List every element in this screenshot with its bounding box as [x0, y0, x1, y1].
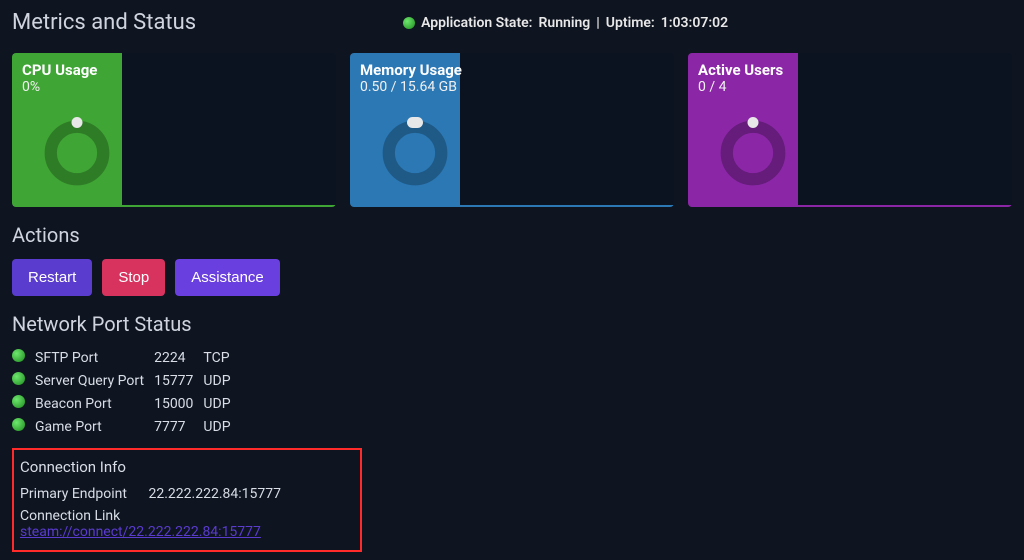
memory-title: Memory Usage [360, 61, 462, 79]
port-name: Server Query Port [35, 369, 154, 392]
table-row: Game Port 7777 UDP [12, 415, 241, 438]
port-number: 7777 [154, 415, 203, 438]
port-number: 15777 [154, 369, 203, 392]
port-proto: UDP [203, 392, 240, 415]
port-status-icon [12, 418, 25, 431]
cpu-gauge-icon [42, 118, 112, 188]
page-title: Metrics and Status [12, 10, 196, 35]
table-row: Beacon Port 15000 UDP [12, 392, 241, 415]
memory-value: 0.50 / 15.64 GB [360, 79, 457, 95]
users-gauge-icon [718, 118, 788, 188]
port-status-icon [12, 349, 25, 362]
connection-link[interactable]: steam://connect/22.222.222.84:15777 [20, 524, 261, 540]
state-label: Application State: [421, 15, 532, 31]
state-value: Running [539, 15, 591, 31]
port-name: Game Port [35, 415, 154, 438]
port-name: SFTP Port [35, 346, 154, 369]
users-title: Active Users [698, 61, 783, 79]
memory-gauge-icon [380, 118, 450, 188]
table-row: Server Query Port 15777 UDP [12, 369, 241, 392]
port-status-icon [12, 395, 25, 408]
users-value: 0 / 4 [698, 79, 726, 95]
connection-info-panel: Connection Info Primary Endpoint 22.222.… [12, 448, 362, 552]
port-proto: UDP [203, 415, 240, 438]
cpu-value: 0% [22, 79, 40, 95]
assistance-button[interactable]: Assistance [175, 259, 280, 296]
cpu-title: CPU Usage [22, 61, 97, 79]
port-number: 2224 [154, 346, 203, 369]
uptime-value: 1:03:07:02 [661, 15, 728, 31]
cpu-card: CPU Usage 0% [12, 53, 336, 207]
connection-link-label: Connection Link [20, 508, 145, 524]
app-state: Application State: Running | Uptime: 1:0… [403, 15, 728, 31]
users-card: Active Users 0 / 4 [688, 53, 1012, 207]
connection-heading: Connection Info [20, 458, 350, 476]
port-name: Beacon Port [35, 392, 154, 415]
uptime-label: Uptime: [606, 15, 655, 31]
status-dot-icon [403, 17, 415, 29]
ports-heading: Network Port Status [12, 312, 1012, 336]
endpoint-value: 22.222.222.84:15777 [148, 486, 281, 502]
port-proto: TCP [203, 346, 240, 369]
memory-card: Memory Usage 0.50 / 15.64 GB [350, 53, 674, 207]
table-row: SFTP Port 2224 TCP [12, 346, 241, 369]
port-proto: UDP [203, 369, 240, 392]
ports-table: SFTP Port 2224 TCP Server Query Port 157… [12, 346, 241, 438]
endpoint-label: Primary Endpoint [20, 486, 145, 502]
stop-button[interactable]: Stop [102, 259, 165, 296]
port-number: 15000 [154, 392, 203, 415]
restart-button[interactable]: Restart [12, 259, 92, 296]
port-status-icon [12, 372, 25, 385]
actions-heading: Actions [12, 223, 1012, 247]
